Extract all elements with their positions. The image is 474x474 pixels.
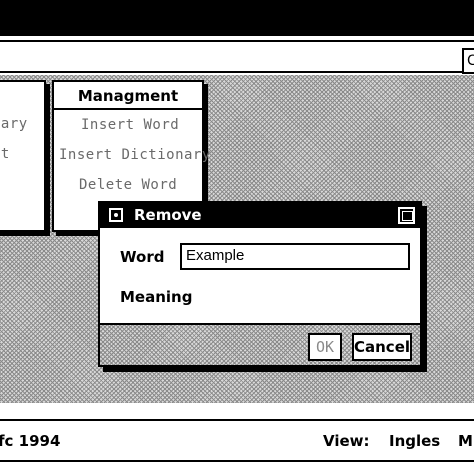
- word-label: Word: [120, 248, 165, 266]
- cancel-button[interactable]: Cancel: [352, 333, 412, 361]
- management-menu-title[interactable]: Managment: [54, 82, 202, 110]
- dialog-button-bar: OK Cancel: [100, 323, 420, 365]
- menu-item-delete-word[interactable]: Delete Word: [79, 177, 177, 193]
- meaning-label: Meaning: [120, 288, 193, 306]
- remove-dialog: Remove Word Example Meaning OK Cancel: [98, 201, 422, 367]
- menu-item-insert-dictionary[interactable]: Insert Dictionary: [59, 147, 211, 163]
- left-dropdown-menu: nary nt: [0, 80, 46, 232]
- ok-button[interactable]: OK: [308, 333, 342, 361]
- menu-item-dictionary[interactable]: nary: [0, 116, 28, 132]
- menu-item-insert-word[interactable]: Insert Word: [81, 117, 179, 133]
- status-bar: fc 1994 View: Ingles M: [0, 419, 474, 462]
- toolbar: [0, 40, 474, 73]
- dialog-title: Remove: [134, 206, 202, 224]
- maximize-icon[interactable]: [398, 207, 415, 224]
- menu-item-cut[interactable]: nt: [0, 146, 10, 162]
- status-cut-off-text: M: [458, 432, 473, 450]
- window-menu-icon[interactable]: [109, 208, 123, 222]
- copyright-text: fc 1994: [0, 432, 61, 450]
- word-input[interactable]: Example: [180, 243, 410, 270]
- toolbar-button[interactable]: C: [462, 48, 474, 74]
- view-label: View:: [323, 432, 370, 450]
- view-value[interactable]: Ingles: [389, 432, 440, 450]
- app-titlebar: [0, 0, 474, 36]
- dialog-titlebar[interactable]: Remove: [100, 203, 420, 228]
